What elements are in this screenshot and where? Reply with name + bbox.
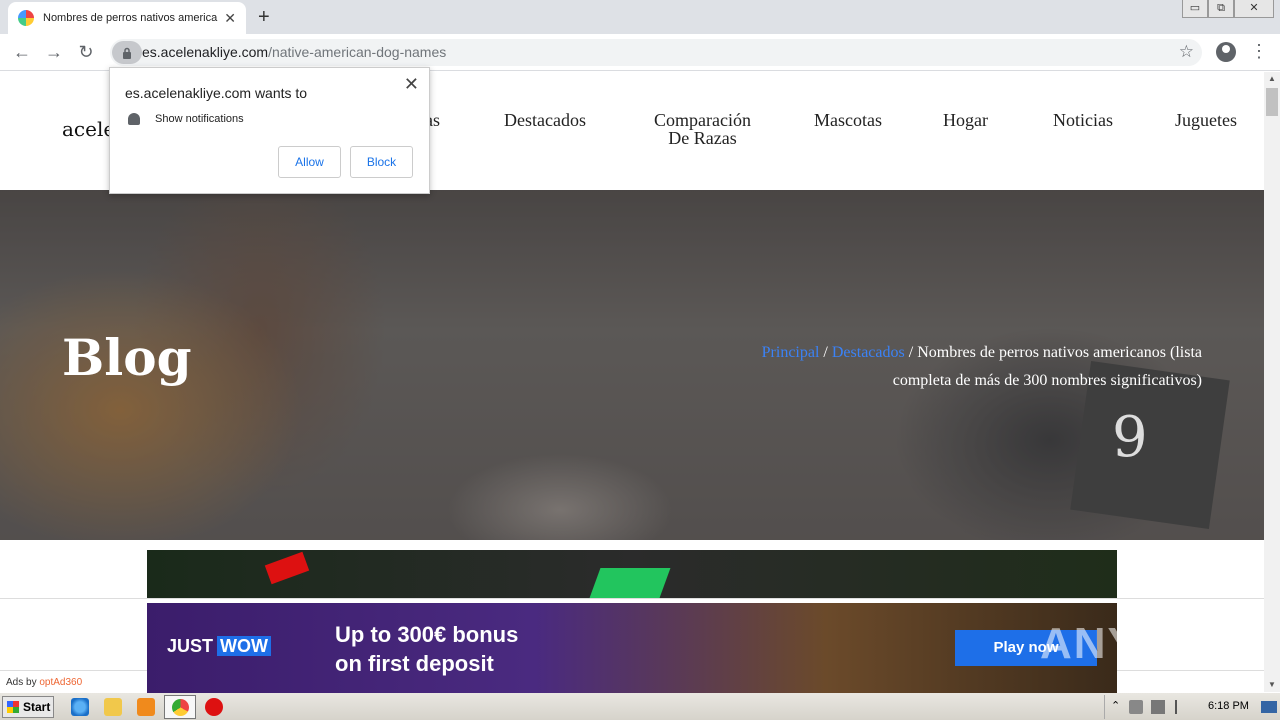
- browser-tabstrip: Nombres de perros nativos americanos ✕ +…: [0, 0, 1280, 34]
- ad-brand-just: JUST: [167, 636, 214, 656]
- window-close-button[interactable]: ✕: [1234, 0, 1274, 18]
- network-icon[interactable]: [1151, 700, 1165, 714]
- hero-card-number: 9: [1112, 405, 1148, 470]
- anyrun-watermark: ANY RUN: [1040, 619, 1254, 668]
- window-restore-button[interactable]: ⧉: [1208, 0, 1234, 18]
- scroll-up-icon[interactable]: ▲: [1264, 72, 1280, 86]
- site-favicon-icon: [18, 10, 34, 26]
- windows-taskbar: Start ⌃ 6:18 PM: [0, 692, 1280, 720]
- ad-graphic: [264, 551, 310, 585]
- hero-banner: 9 Blog Principal / Destacados / Nombres …: [0, 190, 1264, 540]
- media-player-icon[interactable]: [137, 698, 155, 716]
- tab-close-icon[interactable]: ✕: [224, 10, 236, 27]
- browser-menu-icon[interactable]: ⋮: [1250, 41, 1268, 62]
- back-button[interactable]: ←: [12, 42, 32, 63]
- ad-headline-line2: on first deposit: [335, 651, 494, 676]
- start-button[interactable]: Start: [2, 696, 54, 718]
- nav-item-hogar[interactable]: Hogar: [943, 111, 988, 129]
- breadcrumb-section-link[interactable]: Destacados: [832, 344, 905, 361]
- ads-by-label[interactable]: Ads by optAd360: [6, 677, 82, 688]
- new-tab-button[interactable]: +: [258, 6, 270, 29]
- bookmark-star-icon[interactable]: ☆: [1179, 42, 1194, 62]
- system-tray: ⌃: [1104, 695, 1280, 719]
- nav-item-juguetes[interactable]: Juguetes: [1175, 111, 1237, 129]
- taskbar-clock[interactable]: 6:18 PM: [1208, 700, 1249, 712]
- reload-button[interactable]: ↻: [76, 42, 96, 63]
- tray-expand-icon[interactable]: ⌃: [1111, 699, 1120, 712]
- bell-icon: [128, 113, 140, 125]
- alert-icon[interactable]: [205, 698, 223, 716]
- scroll-down-icon[interactable]: ▼: [1264, 678, 1280, 692]
- ad-headline-line1: Up to 300€ bonus: [335, 622, 519, 647]
- page-title: Blog: [62, 328, 192, 387]
- page-scrollbar[interactable]: ▲ ▼: [1264, 72, 1280, 692]
- flag-icon[interactable]: [1175, 700, 1187, 714]
- ad-brand-logo: JUST WOW: [167, 636, 271, 657]
- site-logo[interactable]: acele: [62, 117, 115, 141]
- popup-close-icon[interactable]: ✕: [404, 74, 419, 95]
- scroll-thumb[interactable]: [1266, 88, 1278, 116]
- breadcrumb: Principal / Destacados / Nombres de perr…: [700, 339, 1202, 395]
- ad-brand-wow: WOW: [217, 636, 271, 656]
- breadcrumb-separator: /: [904, 344, 918, 361]
- breadcrumb-home-link[interactable]: Principal: [762, 344, 820, 361]
- window-minimize-button[interactable]: ▭: [1182, 0, 1208, 18]
- inline-ad-banner[interactable]: [147, 550, 1117, 598]
- url-text[interactable]: es.acelenakliye.com/native-american-dog-…: [142, 44, 446, 60]
- url-host: es.acelenakliye.com: [142, 44, 269, 60]
- bottom-ad-container: JUST WOW Up to 300€ bonus on first deposi…: [0, 598, 1264, 693]
- permission-origin-text: es.acelenakliye.com wants to: [125, 85, 308, 101]
- breadcrumb-separator: /: [819, 344, 832, 361]
- account-avatar-icon[interactable]: [1216, 42, 1236, 62]
- lock-icon[interactable]: [112, 41, 142, 64]
- tab-title: Nombres de perros nativos americanos: [43, 12, 218, 24]
- volume-icon[interactable]: [1129, 700, 1143, 714]
- breadcrumb-current: Nombres de perros nativos americanos (li…: [892, 344, 1202, 389]
- file-explorer-icon[interactable]: [104, 698, 122, 716]
- ad-graphic: [589, 568, 671, 598]
- ads-by-text: Ads by: [6, 677, 37, 688]
- block-button[interactable]: Block: [350, 146, 413, 178]
- browser-toolbar: ← → ↻ es.acelenakliye.com/native-america…: [0, 34, 1280, 71]
- ads-brand-link[interactable]: optAd360: [39, 677, 82, 688]
- nav-item-mascotas[interactable]: Mascotas: [814, 111, 882, 129]
- nav-item-comparacion-de-razas[interactable]: Comparación De Razas: [645, 111, 760, 147]
- browser-tab[interactable]: Nombres de perros nativos americanos ✕: [8, 2, 246, 34]
- nav-item-noticias[interactable]: Noticias: [1053, 111, 1113, 129]
- forward-button[interactable]: →: [44, 42, 64, 63]
- sticky-ad-creative[interactable]: JUST WOW Up to 300€ bonus on first deposi…: [147, 603, 1117, 693]
- notification-permission-popup: es.acelenakliye.com wants to ✕ Show noti…: [109, 67, 430, 194]
- address-bar[interactable]: es.acelenakliye.com/native-american-dog-…: [110, 39, 1202, 66]
- permission-request-text: Show notifications: [155, 113, 244, 125]
- internet-explorer-icon[interactable]: [71, 698, 89, 716]
- screen: Nombres de perros nativos americanos ✕ +…: [0, 0, 1280, 720]
- chrome-icon: [172, 699, 189, 716]
- show-desktop-icon[interactable]: [1261, 701, 1277, 713]
- url-path: /native-american-dog-names: [268, 44, 447, 60]
- allow-button[interactable]: Allow: [278, 146, 341, 178]
- ad-headline: Up to 300€ bonus on first deposit: [335, 620, 518, 678]
- chrome-taskbar-button[interactable]: [164, 695, 196, 719]
- nav-item-destacados[interactable]: Destacados: [504, 111, 586, 129]
